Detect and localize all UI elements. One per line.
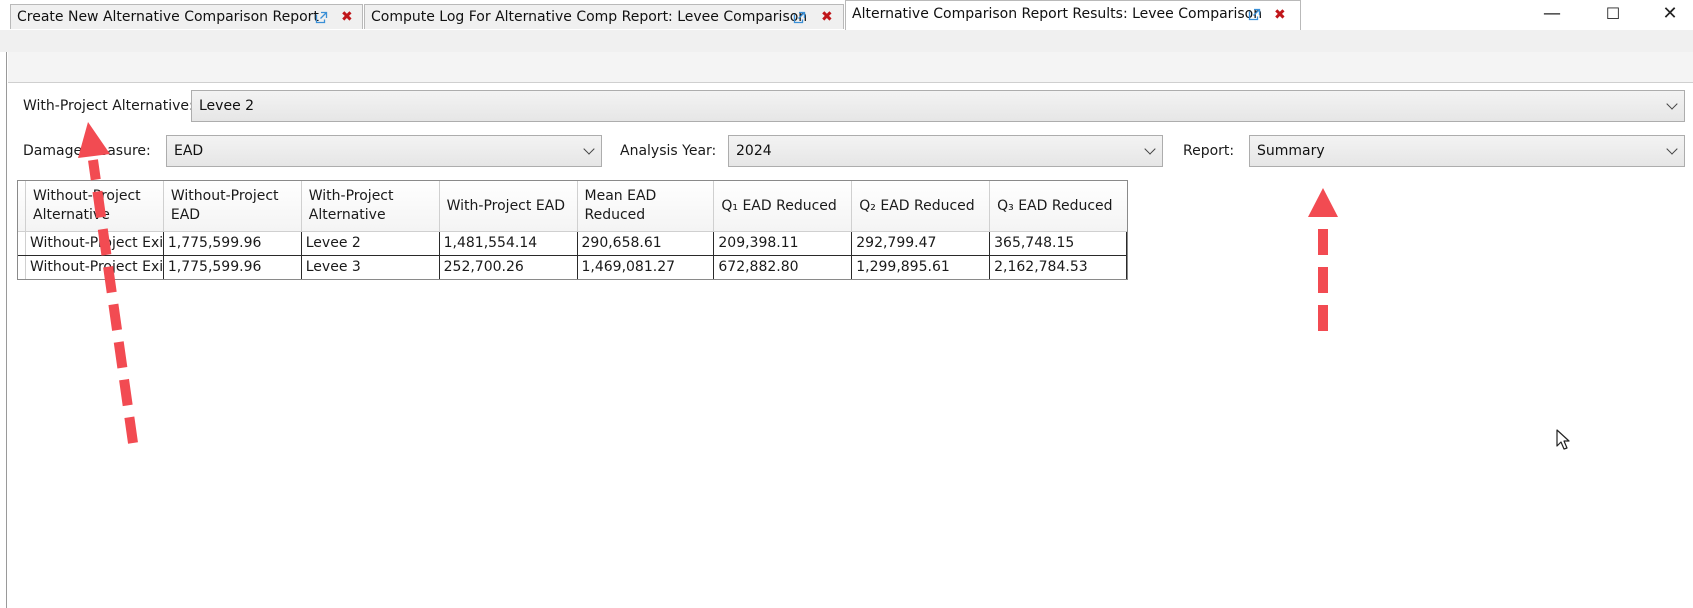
annotation-arrows — [78, 122, 1338, 444]
annotation-arrow-right — [1308, 188, 1338, 331]
mouse-cursor-icon — [1556, 429, 1570, 450]
annotation-arrow-left — [78, 122, 138, 444]
